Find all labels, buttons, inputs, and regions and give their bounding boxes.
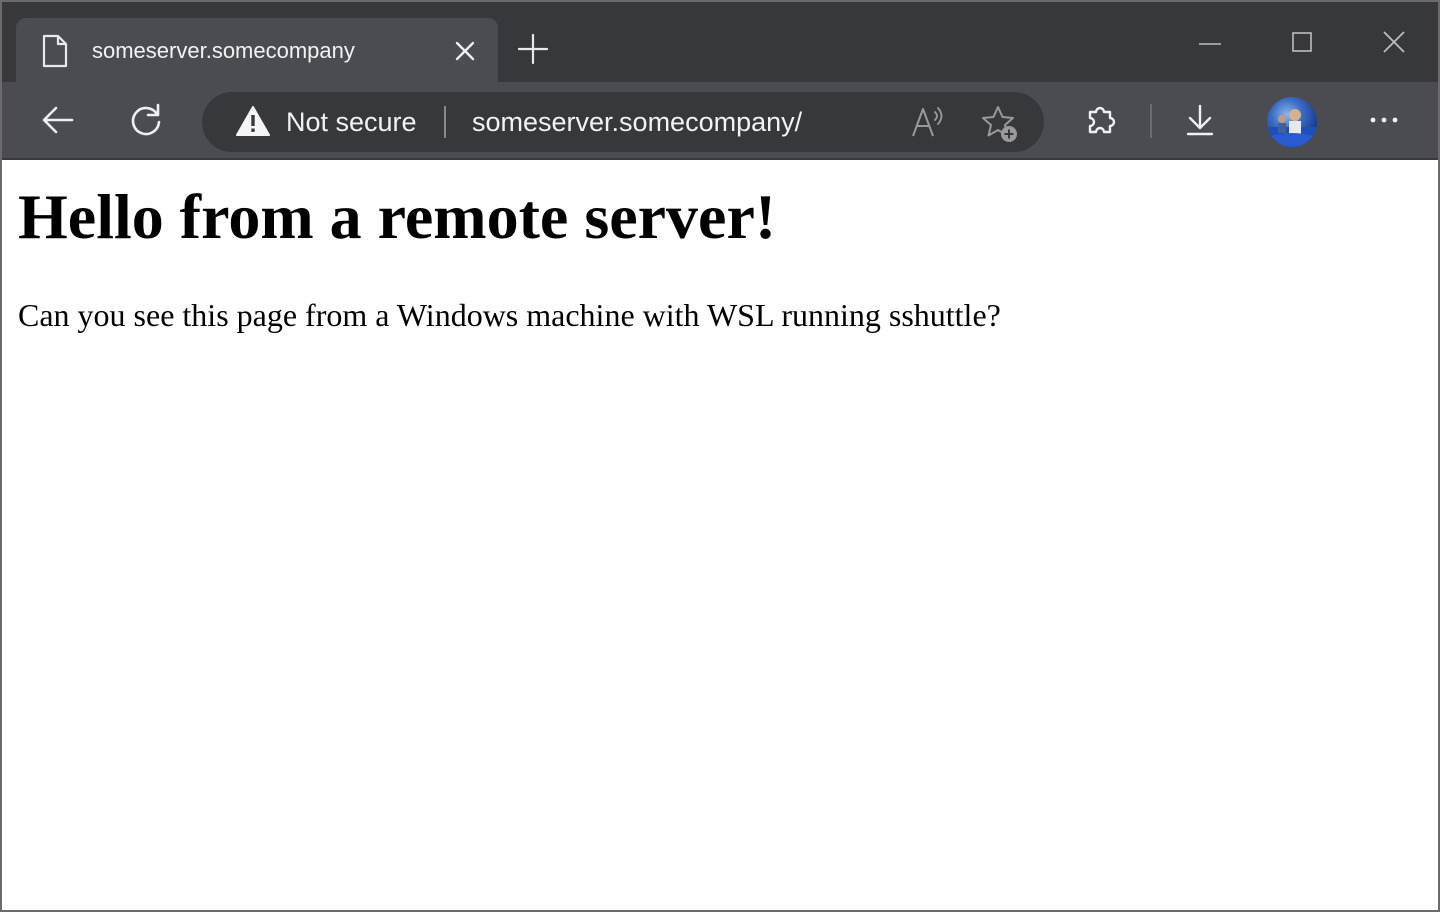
browser-window: someserver.somecompany Not secure somese… (0, 0, 1440, 912)
page-content: Hello from a remote server! Can you see … (2, 160, 1438, 910)
back-button[interactable] (40, 102, 76, 138)
omnibox-divider (444, 106, 446, 138)
browser-toolbar: Not secure someserver.somecompany/ (2, 82, 1438, 160)
page-paragraph: Can you see this page from a Windows mac… (18, 297, 1001, 333)
warning-icon[interactable] (236, 105, 270, 137)
address-bar[interactable]: Not secure someserver.somecompany/ (202, 92, 1044, 152)
profile-photo (1267, 109, 1317, 147)
refresh-button[interactable] (128, 102, 164, 138)
more-icon[interactable] (1366, 102, 1402, 138)
page-heading: Hello from a remote server! (18, 181, 777, 252)
page-icon (42, 34, 68, 68)
window-close-button[interactable] (1380, 28, 1408, 56)
read-aloud-icon[interactable] (910, 104, 946, 140)
url-text[interactable]: someserver.somecompany/ (472, 107, 802, 138)
avatar[interactable] (1267, 97, 1317, 147)
minimize-button[interactable] (1196, 28, 1224, 56)
title-bar: someserver.somecompany (2, 2, 1438, 82)
star-add-icon[interactable] (980, 104, 1020, 144)
toolbar-divider (1150, 104, 1152, 138)
close-icon[interactable] (454, 40, 476, 62)
puzzle-icon[interactable] (1082, 102, 1118, 138)
new-tab-button[interactable] (516, 32, 550, 66)
browser-tab[interactable]: someserver.somecompany (16, 18, 498, 82)
maximize-button[interactable] (1288, 28, 1316, 56)
security-status[interactable]: Not secure (286, 107, 417, 138)
tab-title: someserver.somecompany (92, 38, 355, 63)
download-icon[interactable] (1182, 102, 1218, 138)
